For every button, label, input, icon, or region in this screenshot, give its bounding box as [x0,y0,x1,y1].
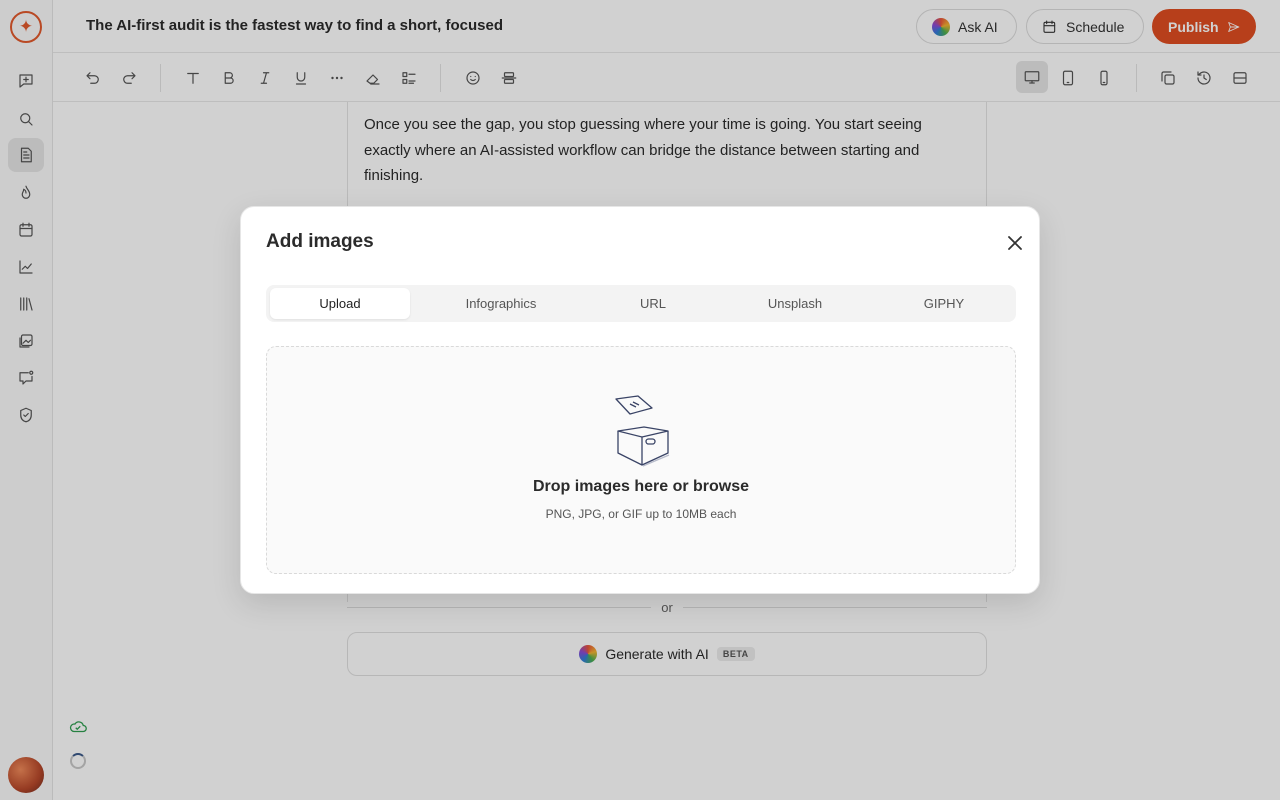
tab-giphy[interactable]: GIPHY [874,288,1014,319]
drop-subtitle: PNG, JPG, or GIF up to 10MB each [545,507,737,521]
tab-unsplash[interactable]: Unsplash [725,288,865,319]
image-dropzone[interactable]: Drop images here or browse PNG, JPG, or … [266,346,1016,574]
tab-infographics[interactable]: Infographics [426,288,576,319]
upload-box-icon [610,395,674,471]
add-images-modal: Add images Upload Infographics URL Unspl… [240,206,1040,594]
tab-upload[interactable]: Upload [270,288,410,319]
modal-title: Add images [266,231,374,252]
close-button[interactable] [1004,232,1026,254]
drop-title: Drop images here or browse [532,478,750,495]
close-icon [1008,236,1022,250]
image-source-tabs: Upload Infographics URL Unsplash GIPHY [266,285,1016,322]
tab-url[interactable]: URL [583,288,723,319]
